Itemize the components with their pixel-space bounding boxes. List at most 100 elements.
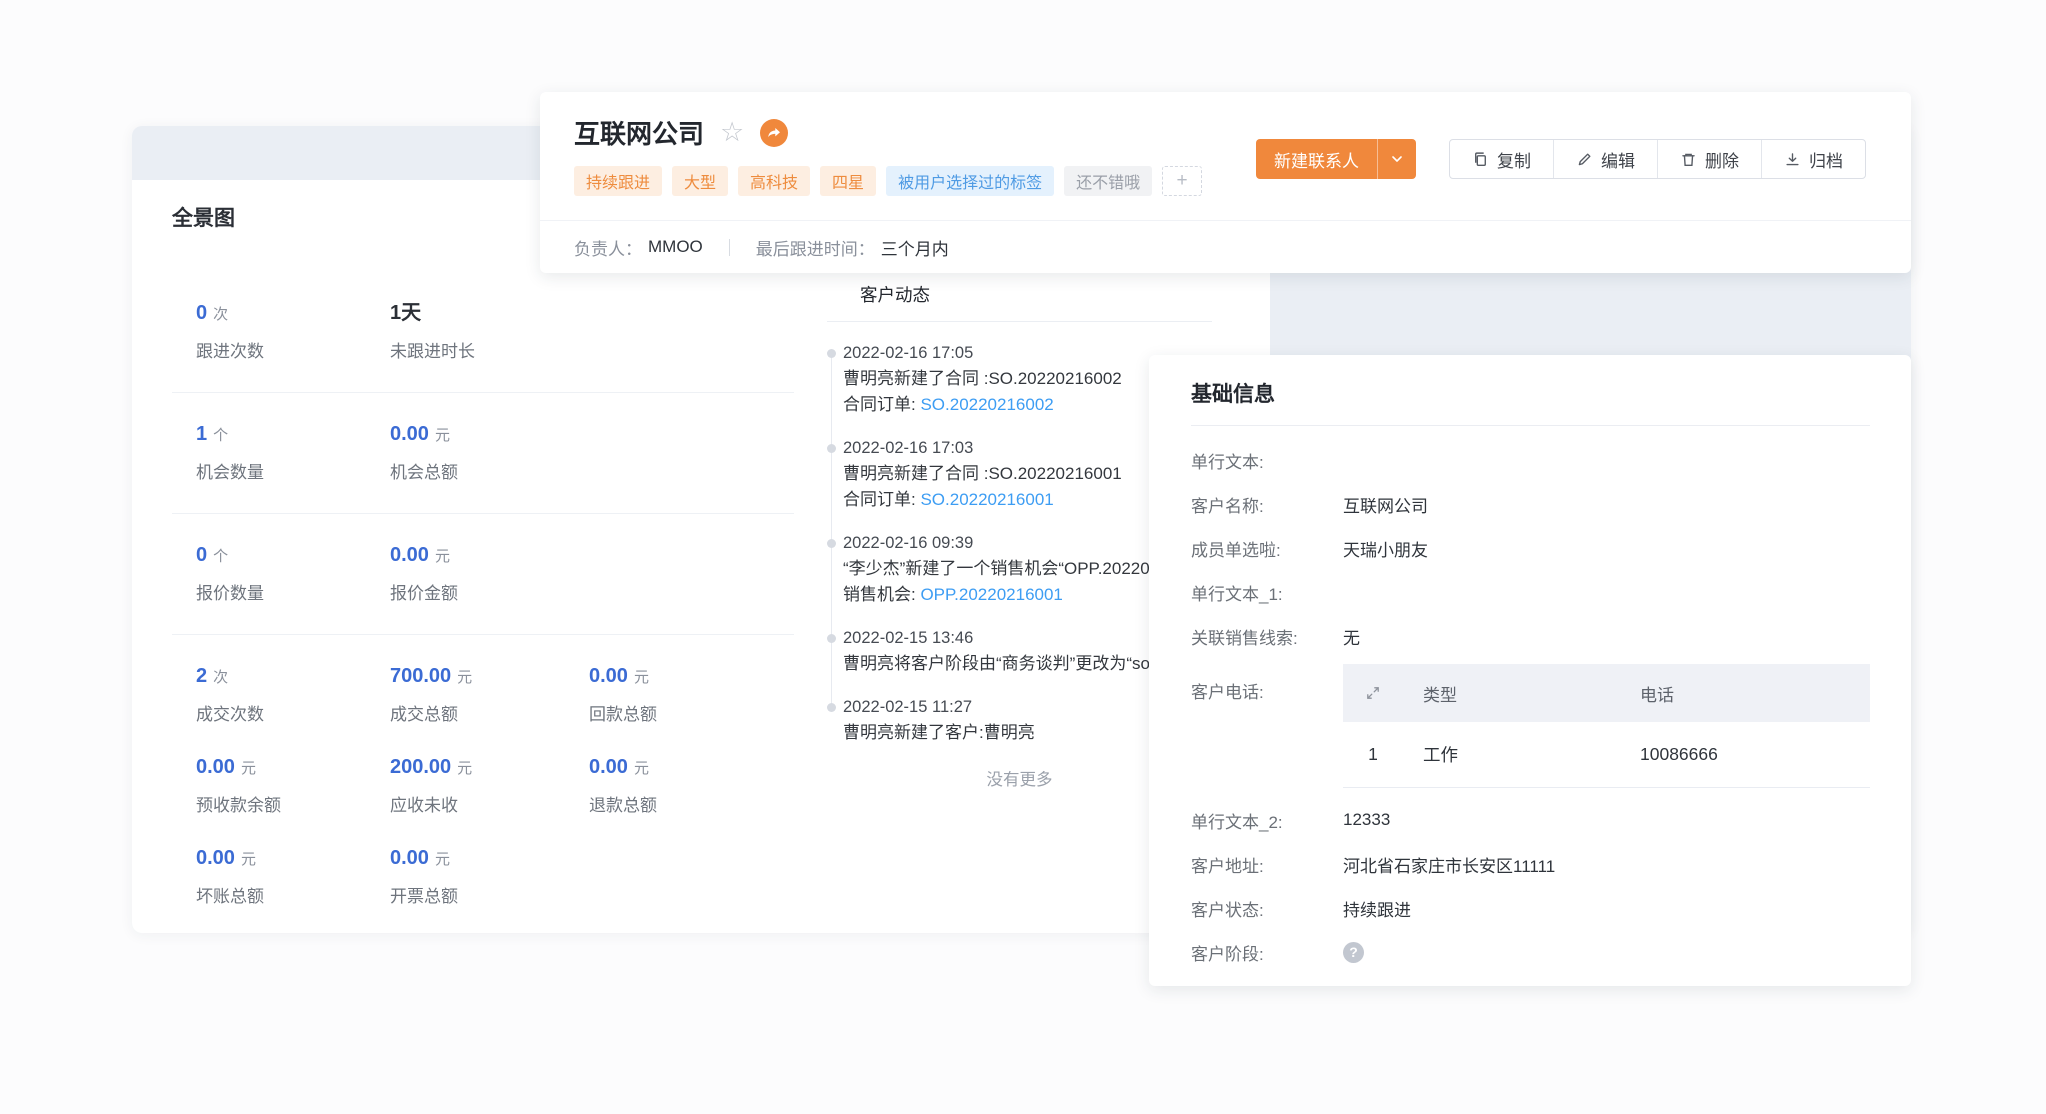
tag-chip: 持续跟进 — [574, 166, 662, 196]
info-row-customer-name: 客户名称: 互联网公司 — [1191, 482, 1870, 526]
copy-button[interactable]: 复制 — [1450, 140, 1553, 178]
stat-value: 0.00 元 — [589, 754, 794, 782]
stat-label: 应收未收 — [390, 791, 589, 816]
archive-icon — [1784, 151, 1801, 168]
timeline-rail — [831, 353, 832, 707]
info-row-text: 单行文本: — [1191, 438, 1870, 482]
stat-label: 开票总额 — [390, 882, 589, 907]
activity-link[interactable]: OPP.20220216001 — [920, 585, 1062, 604]
phone-table: 类型 电话 1 工作 10086666 — [1343, 664, 1870, 788]
divider — [827, 321, 1212, 322]
stat-number: 0 — [196, 544, 207, 566]
stat-unit: 次 — [213, 306, 228, 323]
info-row-stage: 客户阶段: ? — [1191, 930, 1870, 974]
last-follow-label: 最后跟进时间： — [756, 235, 875, 260]
stat-unit: 元 — [634, 669, 649, 686]
info-label: 成员单选啦: — [1191, 536, 1343, 561]
basic-info-panel: 基础信息 单行文本: 客户名称: 互联网公司 成员单选啦: 天瑞小朋友 单行文本… — [1149, 355, 1911, 986]
info-label: 客户电话: — [1191, 664, 1343, 722]
stat-label: 预收款余额 — [196, 791, 390, 816]
stat-opportunity-count: 1个 机会数量 — [196, 421, 390, 483]
info-label: 客户名称: — [1191, 492, 1343, 517]
new-contact-split-button[interactable]: 新建联系人 — [1256, 139, 1416, 179]
stat-label: 退款总额 — [589, 791, 794, 816]
stat-value: 0.00元 — [196, 754, 390, 782]
info-row-address: 客户地址: 河北省石家庄市长安区11111 — [1191, 842, 1870, 886]
stat-value: 200.00元 — [390, 754, 589, 782]
last-follow-value: 三个月内 — [881, 235, 949, 260]
stat-value: 2次 — [196, 663, 390, 691]
owner-value: MMOO — [648, 237, 703, 257]
stat-number: 200.00 — [390, 756, 451, 778]
favorite-star-icon[interactable]: ☆ — [720, 119, 744, 146]
button-label: 编辑 — [1601, 147, 1635, 172]
expand-icon[interactable] — [1343, 685, 1403, 701]
customer-title-row: 互联网公司 ☆ — [574, 114, 788, 151]
stat-invoice-total: 0.00元 开票总额 — [390, 845, 589, 907]
info-value: 无 — [1343, 624, 1360, 649]
stat-quote-count: 0个 报价数量 — [196, 542, 390, 604]
info-row-status: 客户状态: 持续跟进 — [1191, 886, 1870, 930]
stat-number: 0.00 — [390, 544, 429, 566]
stat-unit: 元 — [435, 548, 450, 565]
activity-title: 客户动态 — [860, 282, 1247, 307]
info-label: 单行文本_1: — [1191, 580, 1343, 605]
button-label: 复制 — [1497, 147, 1531, 172]
info-row-member: 成员单选啦: 天瑞小朋友 — [1191, 526, 1870, 570]
activity-link[interactable]: SO.20220216002 — [920, 395, 1053, 414]
stat-unit: 元 — [435, 427, 450, 444]
activity-link-prefix: 合同订单: — [843, 490, 920, 509]
activity-link[interactable]: SO.20220216001 — [920, 490, 1053, 509]
add-tag-button[interactable]: + — [1162, 166, 1202, 196]
phone-number-value: 10086666 — [1620, 744, 1870, 765]
stat-label: 成交总额 — [390, 700, 589, 725]
header-actions: 新建联系人 复制 编辑 删除 归档 — [1256, 139, 1866, 179]
delete-button[interactable]: 删除 — [1657, 140, 1761, 178]
stat-unit: 个 — [213, 427, 228, 444]
info-label: 单行文本: — [1191, 448, 1343, 473]
header-meta-row: 负责人： MMOO 最后跟进时间： 三个月内 — [540, 220, 1911, 273]
stat-number: 1天 — [390, 302, 421, 324]
info-label: 关联销售线索: — [1191, 624, 1343, 649]
button-label: 归档 — [1809, 147, 1843, 172]
stat-label: 坏账总额 — [196, 882, 390, 907]
edit-button[interactable]: 编辑 — [1553, 140, 1657, 178]
transfer-icon[interactable] — [760, 119, 788, 147]
phone-type-value: 工作 — [1403, 742, 1620, 767]
stat-unit: 元 — [241, 851, 256, 868]
customer-name: 互联网公司 — [574, 114, 704, 151]
info-label: 客户地址: — [1191, 852, 1343, 877]
stat-quote-amount: 0.00元 报价金额 — [390, 542, 589, 604]
info-value: 河北省石家庄市长安区11111 — [1343, 852, 1555, 877]
stat-follow-count: 0次 跟进次数 — [196, 300, 390, 362]
stat-number: 0.00 — [589, 665, 628, 687]
stat-number: 0.00 — [589, 756, 628, 778]
stat-refund-total: 0.00 元 退款总额 — [589, 754, 794, 816]
stat-label: 成交次数 — [196, 700, 390, 725]
stat-unit: 元 — [241, 760, 256, 777]
stat-value: 0.00 元 — [589, 663, 794, 691]
stat-value: 0.00元 — [196, 845, 390, 873]
owner-label: 负责人： — [574, 235, 642, 260]
info-row-lead: 关联销售线索: 无 — [1191, 614, 1870, 658]
help-icon[interactable]: ? — [1343, 942, 1364, 963]
phone-table-header: 类型 电话 — [1343, 664, 1870, 722]
stat-payment-total: 0.00元 回款总额 — [589, 663, 794, 725]
chevron-down-icon[interactable] — [1378, 139, 1416, 179]
stat-value: 700.00元 — [390, 663, 589, 691]
edit-icon — [1576, 151, 1593, 168]
stat-value: 0.00 元 — [390, 421, 589, 449]
info-value: 12333 — [1343, 810, 1390, 830]
tag-chip: 被用户选择过的标签 — [886, 166, 1054, 196]
info-row-text-1: 单行文本_1: — [1191, 570, 1870, 614]
info-value: 互联网公司 — [1343, 492, 1428, 517]
overview-activity-card: 全景图 0次 跟进次数 1天 未跟进时长 1个 机会数量 0.00元 — [132, 180, 1270, 933]
basic-info-rows: 单行文本: 客户名称: 互联网公司 成员单选啦: 天瑞小朋友 单行文本_1: 关… — [1191, 438, 1870, 974]
forward-arrow-icon — [766, 125, 782, 141]
stat-deal-total: 700.00元 成交总额 — [390, 663, 589, 725]
stat-number: 0.00 — [390, 423, 429, 445]
stat-unit: 元 — [634, 760, 649, 777]
new-contact-button[interactable]: 新建联系人 — [1256, 147, 1377, 172]
stat-value: 0次 — [196, 300, 390, 328]
archive-button[interactable]: 归档 — [1761, 140, 1865, 178]
